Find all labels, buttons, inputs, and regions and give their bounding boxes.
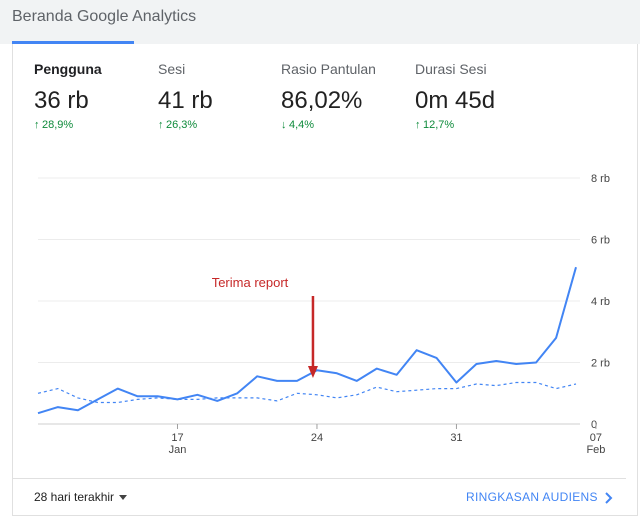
x-tick-month-label: Jan bbox=[169, 444, 187, 456]
previous-period-line bbox=[37, 381, 577, 404]
line-chart: 8 rb6 rb4 rb2 rb017Jan24 31 07FebTerima re… bbox=[37, 173, 610, 456]
y-tick-label: 6 rb bbox=[591, 235, 610, 247]
y-tick-label: 2 rb bbox=[591, 358, 610, 370]
x-tick-label: 17 bbox=[171, 432, 183, 444]
y-tick-label: 4 rb bbox=[591, 296, 610, 308]
annotation-arrow-head bbox=[307, 366, 318, 378]
footer-divider bbox=[12, 478, 626, 479]
x-tick-label: 31 bbox=[450, 432, 462, 444]
x-tick-label: 07 bbox=[590, 432, 602, 444]
date-range-label: 28 hari terakhir bbox=[34, 490, 115, 504]
date-range-dropdown[interactable]: 28 hari terakhir bbox=[34, 490, 128, 504]
x-tick-label: 24 bbox=[311, 432, 323, 444]
audience-overview-link[interactable]: RINGKASAN AUDIENS bbox=[466, 490, 598, 504]
caret-down-icon bbox=[119, 495, 128, 501]
y-tick-label: 8 rb bbox=[591, 173, 610, 185]
annotation-text: Terima report bbox=[212, 275, 289, 290]
x-tick-month-label: Feb bbox=[586, 444, 605, 456]
current-period-line bbox=[37, 266, 577, 415]
chevron-right-icon[interactable] bbox=[603, 491, 615, 505]
